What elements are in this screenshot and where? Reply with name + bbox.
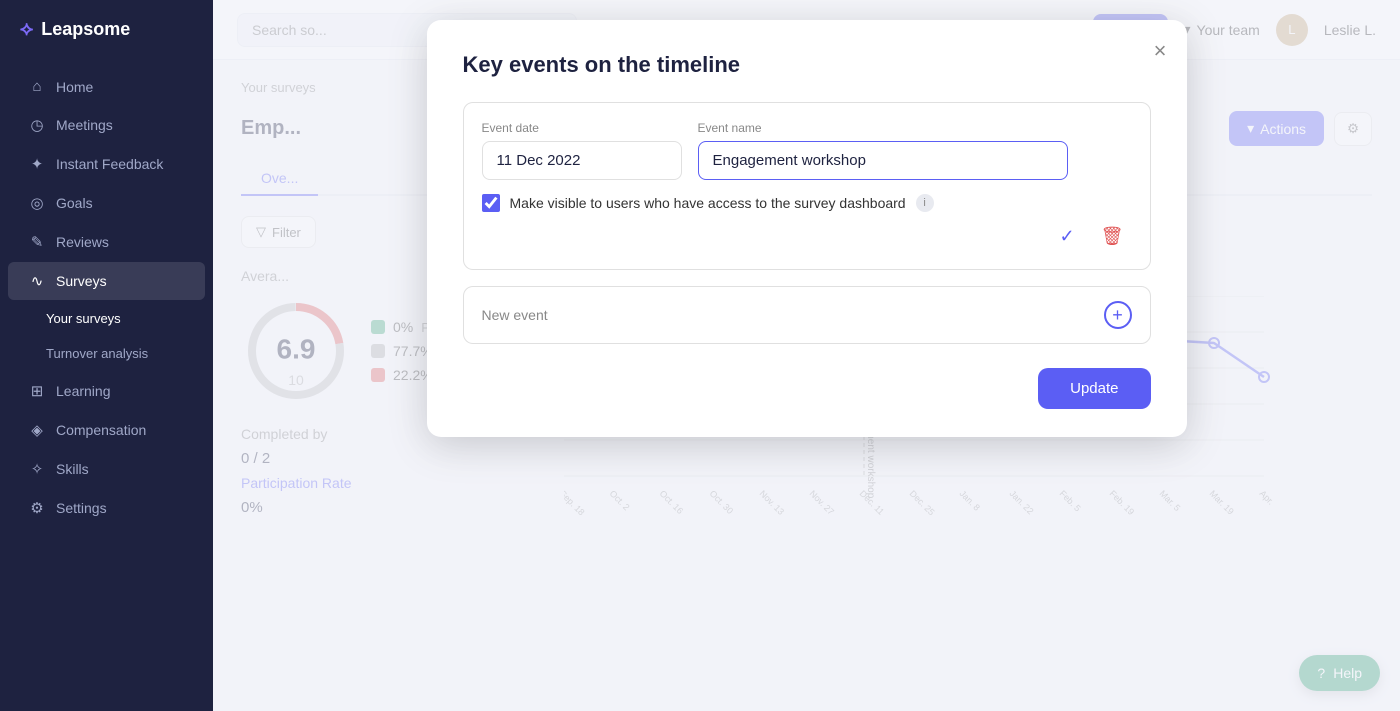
info-icon[interactable]: i <box>916 194 934 212</box>
learning-icon: ⊞ <box>28 382 46 400</box>
sidebar-item-label: Reviews <box>56 234 109 250</box>
sidebar-item-goals[interactable]: ◎ Goals <box>8 184 205 222</box>
logo-text: Leapsome <box>41 19 130 40</box>
visibility-label: Make visible to users who have access to… <box>510 195 906 211</box>
sidebar-item-home[interactable]: ⌂ Home <box>8 68 205 105</box>
sidebar-item-label: Meetings <box>56 117 113 133</box>
sidebar-item-label: Home <box>56 79 93 95</box>
name-label: Event name <box>698 121 1068 135</box>
compensation-icon: ◈ <box>28 421 46 439</box>
visibility-checkbox-row: Make visible to users who have access to… <box>482 194 1132 212</box>
date-field-group: Event date <box>482 121 682 180</box>
goals-icon: ◎ <box>28 194 46 212</box>
home-icon: ⌂ <box>28 78 46 95</box>
sidebar-item-instant-feedback[interactable]: ✦ Instant Feedback <box>8 145 205 183</box>
settings-icon: ⚙ <box>28 499 46 517</box>
event-name-input[interactable] <box>698 141 1068 180</box>
modal-backdrop: Key events on the timeline × Event date … <box>213 0 1400 711</box>
sidebar-item-label: Settings <box>56 500 107 516</box>
sidebar-item-label: Skills <box>56 461 89 477</box>
logo-icon: ⟡ <box>20 18 33 41</box>
sidebar-nav: ⌂ Home ◷ Meetings ✦ Instant Feedback ◎ G… <box>0 59 213 711</box>
event-date-input[interactable] <box>482 141 682 180</box>
sidebar-item-label: Compensation <box>56 422 146 438</box>
sidebar-item-settings[interactable]: ⚙ Settings <box>8 489 205 527</box>
name-field-group: Event name <box>698 121 1068 180</box>
event-fields: Event date Event name <box>482 121 1132 180</box>
sidebar-item-your-surveys[interactable]: Your surveys <box>8 301 205 336</box>
update-button[interactable]: Update <box>1038 368 1150 409</box>
event-actions: ✓ 🗑 <box>482 222 1132 251</box>
skills-icon: ✧ <box>28 460 46 478</box>
visibility-checkbox[interactable] <box>482 194 500 212</box>
new-event-label: New event <box>482 307 548 323</box>
key-events-modal: Key events on the timeline × Event date … <box>427 20 1187 437</box>
sidebar-item-turnover-analysis[interactable]: Turnover analysis <box>8 336 205 371</box>
modal-footer: Update <box>463 368 1151 409</box>
new-event-row[interactable]: New event + <box>463 286 1151 344</box>
sidebar-item-compensation[interactable]: ◈ Compensation <box>8 411 205 449</box>
delete-event-button[interactable]: 🗑 <box>1093 222 1132 251</box>
modal-title: Key events on the timeline <box>463 52 1151 78</box>
sidebar-item-label: Learning <box>56 383 111 399</box>
sidebar: ⟡ Leapsome ⌂ Home ◷ Meetings ✦ Instant F… <box>0 0 213 711</box>
sidebar-item-surveys[interactable]: ∿ Surveys <box>8 262 205 300</box>
sidebar-item-reviews[interactable]: ✎ Reviews <box>8 223 205 261</box>
sub-item-label: Turnover analysis <box>46 346 148 361</box>
confirm-event-button[interactable]: ✓ <box>1052 222 1083 251</box>
meetings-icon: ◷ <box>28 116 46 134</box>
sidebar-item-label: Goals <box>56 195 93 211</box>
sidebar-item-skills[interactable]: ✧ Skills <box>8 450 205 488</box>
sidebar-item-learning[interactable]: ⊞ Learning <box>8 372 205 410</box>
surveys-icon: ∿ <box>28 272 46 290</box>
main-area: Create ▾ Your team L Leslie L. Your surv… <box>213 0 1400 711</box>
logo: ⟡ Leapsome <box>0 0 213 59</box>
date-label: Event date <box>482 121 682 135</box>
sidebar-item-label: Surveys <box>56 273 107 289</box>
modal-close-button[interactable]: × <box>1154 40 1167 62</box>
reviews-icon: ✎ <box>28 233 46 251</box>
sub-item-label: Your surveys <box>46 311 121 326</box>
sidebar-item-label: Instant Feedback <box>56 156 163 172</box>
sidebar-item-meetings[interactable]: ◷ Meetings <box>8 106 205 144</box>
add-event-icon: + <box>1104 301 1132 329</box>
event-row: Event date Event name Make visible to us… <box>463 102 1151 270</box>
feedback-icon: ✦ <box>28 155 46 173</box>
